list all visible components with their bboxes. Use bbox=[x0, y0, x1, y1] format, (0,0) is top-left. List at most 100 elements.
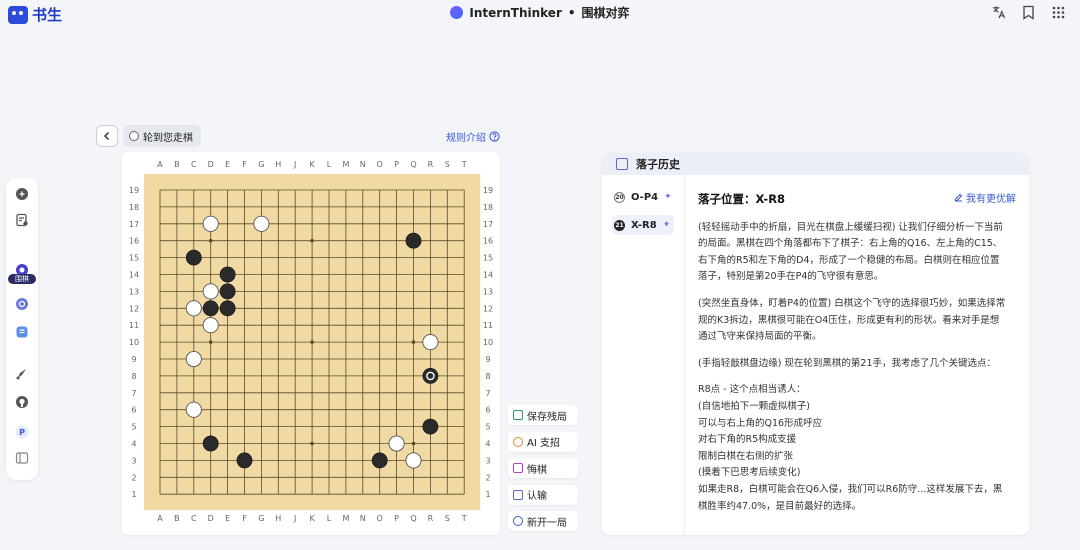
analysis-line: 通过飞守来保持局面的平衡。 bbox=[698, 331, 822, 343]
black-stone bbox=[219, 300, 236, 317]
column-label-bottom: B bbox=[174, 514, 180, 523]
star-point bbox=[208, 238, 213, 243]
column-label-bottom: M bbox=[342, 514, 349, 523]
row-label-right: 3 bbox=[485, 456, 490, 465]
analysis-line: (自信地拍下一颗虚拟棋子) bbox=[698, 400, 810, 412]
star-point bbox=[310, 441, 314, 446]
row-label-right: 4 bbox=[485, 440, 490, 449]
go-board-card: A A B B C C D D E E F F G G H H J J K K L L M M N N O O P P Q Q R R S S T T 19… bbox=[122, 152, 500, 535]
title-separator: • bbox=[567, 5, 576, 20]
interthinker-icon bbox=[450, 6, 464, 19]
undo-icon bbox=[513, 463, 523, 473]
back-button[interactable] bbox=[96, 125, 118, 147]
column-label-top: H bbox=[275, 160, 281, 169]
column-label-bottom: A bbox=[157, 514, 163, 523]
better-move-button[interactable]: 我有更优解 bbox=[954, 192, 1016, 209]
explore-icon[interactable] bbox=[14, 296, 30, 312]
go-board[interactable]: AABBCCDDEEFFGGHHJJKKLLMMNNOOPPQQRRSSTT19… bbox=[122, 152, 500, 535]
column-label-bottom: E bbox=[225, 514, 230, 523]
github-icon[interactable] bbox=[14, 394, 30, 410]
sidebar-toggle-icon[interactable] bbox=[14, 450, 30, 466]
panel-title: 落子历史 bbox=[636, 158, 680, 171]
black-stone bbox=[422, 418, 439, 435]
notes-icon[interactable] bbox=[14, 324, 30, 340]
bookmark-icon[interactable] bbox=[1020, 4, 1036, 20]
star-point bbox=[411, 340, 416, 344]
row-label-left: 12 bbox=[129, 304, 139, 313]
column-label-bottom: D bbox=[208, 514, 214, 523]
flag-button[interactable]: 认输 bbox=[508, 484, 578, 505]
row-label-left: 7 bbox=[131, 389, 136, 398]
profile-avatar-icon[interactable]: P bbox=[14, 424, 30, 440]
history-doc-icon[interactable] bbox=[14, 212, 30, 228]
move-number: 20 bbox=[614, 191, 625, 203]
move-history-item[interactable]: 20 O-P4 ✦ bbox=[612, 187, 674, 207]
white-stone bbox=[202, 317, 219, 334]
star-point bbox=[310, 238, 314, 243]
column-label-bottom: H bbox=[275, 514, 281, 523]
new-chat-icon[interactable] bbox=[14, 186, 30, 202]
analysis-line: (摸着下巴思考后续变化) bbox=[698, 467, 801, 479]
move-label: O-P4 bbox=[631, 191, 659, 203]
row-label-right: 8 bbox=[485, 372, 490, 381]
analysis-paragraph: (手指轻敲棋盘边缘) 现在轮到黑棋的第21手，我考虑了几个关键选点： bbox=[698, 356, 1016, 373]
bulb-icon bbox=[513, 436, 523, 447]
column-label-top: F bbox=[242, 160, 247, 169]
column-label-top: T bbox=[461, 160, 467, 169]
row-label-left: 14 bbox=[129, 271, 139, 280]
turn-label: 轮到您走棋 bbox=[143, 132, 193, 144]
turn-indicator: 轮到您走棋 bbox=[123, 125, 201, 147]
sparkle-icon: ✦ bbox=[664, 192, 672, 202]
row-label-right: 12 bbox=[483, 304, 493, 313]
rocket-icon[interactable] bbox=[14, 366, 30, 382]
translate-icon[interactable] bbox=[990, 4, 1006, 20]
black-stone bbox=[371, 452, 388, 469]
row-label-left: 11 bbox=[129, 321, 139, 330]
plus-button[interactable]: 新开一局 bbox=[508, 511, 578, 531]
black-stone bbox=[405, 232, 422, 249]
column-label-bottom: F bbox=[242, 514, 247, 523]
move-history-item[interactable]: 21 X-R8 ✦ bbox=[612, 215, 674, 235]
flag-icon bbox=[513, 489, 523, 500]
row-label-right: 13 bbox=[483, 287, 493, 296]
analysis-paragraph: (轻轻摇动手中的折扇，目光在棋盘上缓缓扫视) 让我们仔细分析一下当前 的局面。黑棋… bbox=[698, 220, 1016, 286]
better-move-label: 我有更优解 bbox=[966, 194, 1016, 205]
apps-grid-icon[interactable] bbox=[1050, 4, 1066, 20]
column-label-top: B bbox=[174, 160, 180, 169]
save-button[interactable]: 保存残局 bbox=[508, 405, 578, 425]
analysis-line: 规的K3拆边，黑棋很可能在O4压住，形成更有利的形状。看来对手是想 bbox=[698, 314, 1000, 326]
row-label-right: 17 bbox=[483, 220, 493, 229]
black-stone bbox=[219, 283, 236, 300]
column-label-top: L bbox=[327, 160, 332, 169]
row-label-right: 10 bbox=[483, 338, 493, 347]
row-label-left: 1 bbox=[131, 490, 136, 499]
panel-header: 落子历史 bbox=[602, 153, 1029, 175]
analysis-paragraph: R8点 - 这个点相当诱人： (自信地拍下一颗虚拟棋子) 可以与右上角的Q16形成呼… bbox=[698, 382, 1016, 515]
column-label-top: P bbox=[394, 160, 399, 169]
rules-link[interactable]: 规则介绍 bbox=[446, 129, 500, 144]
page-title: InternThinker • 围棋对弈 bbox=[0, 4, 1080, 21]
app-subtitle: 围棋对弈 bbox=[581, 6, 630, 20]
undo-button[interactable]: 悔棋 bbox=[508, 458, 578, 478]
row-label-right: 1 bbox=[485, 490, 490, 499]
analysis-line: 对右下角的R5构成支援 bbox=[698, 434, 797, 446]
action-label: AI 支招 bbox=[527, 438, 560, 449]
column-label-top: M bbox=[342, 160, 349, 169]
analysis-line: 棋胜率约47.0%，是目前最好的选择。 bbox=[698, 500, 862, 512]
svg-text:P: P bbox=[19, 428, 25, 437]
black-stone bbox=[219, 266, 236, 283]
column-label-bottom: G bbox=[258, 514, 264, 523]
analysis-paragraph: (突然坐直身体，盯着P4的位置) 白棋这个飞守的选择很巧妙，如果选择常 规的K3拆… bbox=[698, 296, 1016, 346]
row-label-right: 9 bbox=[485, 355, 490, 364]
go-badge: 围棋 bbox=[8, 274, 36, 284]
row-label-left: 9 bbox=[131, 355, 136, 364]
analysis-line: 的局面。黑棋在四个角落都布下了棋子：右上角的Q16、左上角的C15、 bbox=[698, 238, 1003, 250]
column-label-top: D bbox=[208, 160, 214, 169]
bulb-button[interactable]: AI 支招 bbox=[508, 431, 578, 452]
analysis-line: 限制白棋在右侧的扩张 bbox=[698, 450, 794, 462]
white-stone bbox=[185, 300, 202, 317]
row-label-left: 16 bbox=[129, 237, 139, 246]
column-label-top: J bbox=[293, 160, 296, 169]
black-stone bbox=[202, 300, 219, 317]
move-analysis: 落子位置：X-R8 我有更优解 (轻轻摇动手中的折扇，目光在棋盘上缓缓扫视) 让… bbox=[698, 191, 1016, 525]
